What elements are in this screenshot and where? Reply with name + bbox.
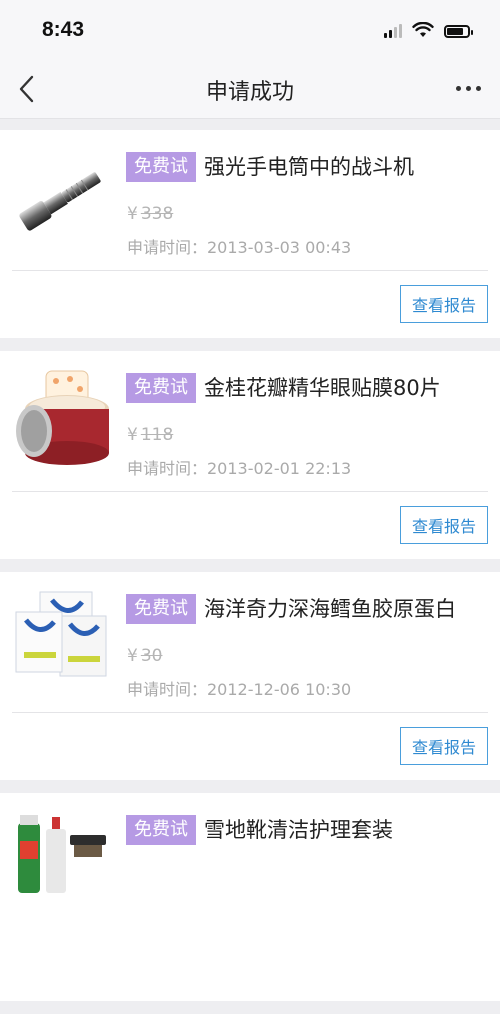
- nav-bar: 申请成功: [0, 60, 500, 119]
- page-title: 申请成功: [205, 80, 294, 105]
- divider: [12, 270, 488, 271]
- more-dot-icon: [466, 86, 471, 91]
- trial-card[interactable]: 免费试 海洋奇力深海鳕鱼胶原蛋白 ¥30 申请时间：2012-12-06 10:…: [0, 572, 500, 780]
- trial-card[interactable]: 免费试 雪地靴清洁护理套装: [0, 793, 500, 1001]
- collagen-sachets-image: [15, 591, 107, 677]
- price-value: 30: [140, 646, 163, 666]
- product-name[interactable]: 强光手电筒中的战斗机: [204, 152, 414, 182]
- view-report-button[interactable]: 查看报告: [400, 506, 488, 544]
- currency-symbol: ¥: [127, 425, 138, 445]
- signal-icon: [384, 24, 402, 38]
- apply-time: 申请时间：2013-02-01 22:13: [127, 459, 352, 478]
- price-value: 118: [140, 425, 174, 445]
- product-name[interactable]: 雪地靴清洁护理套装: [204, 815, 393, 845]
- apply-time: 申请时间：2013-03-03 00:43: [127, 238, 352, 257]
- boot-care-kit-image: [18, 815, 106, 893]
- free-trial-badge: 免费试: [126, 373, 196, 403]
- view-report-button[interactable]: 查看报告: [400, 727, 488, 765]
- product-price: ¥30: [127, 646, 162, 666]
- trial-list: 免费试 强光手电筒中的战斗机 ¥338 申请时间：2013-03-03 00:4…: [0, 130, 500, 1014]
- divider: [12, 491, 488, 492]
- product-price: ¥118: [127, 425, 173, 445]
- free-trial-badge: 免费试: [126, 815, 196, 845]
- wifi-icon: [412, 22, 434, 37]
- status-bar: 8:43: [0, 0, 500, 60]
- product-price: ¥338: [127, 204, 173, 224]
- more-button[interactable]: [454, 78, 484, 98]
- status-icons: [384, 22, 473, 38]
- eye-mask-jar-image: [16, 370, 109, 465]
- divider: [12, 712, 488, 713]
- free-trial-badge: 免费试: [126, 594, 196, 624]
- product-name[interactable]: 金桂花瓣精华眼贴膜80片: [204, 373, 441, 403]
- trial-card[interactable]: 免费试 金桂花瓣精华眼贴膜80片 ¥118 申请时间：2013-02-01 22…: [0, 351, 500, 559]
- currency-symbol: ¥: [127, 204, 138, 224]
- apply-time: 申请时间：2012-12-06 10:30: [127, 680, 352, 699]
- flashlight-image: [19, 172, 101, 231]
- view-report-button[interactable]: 查看报告: [400, 285, 488, 323]
- product-name[interactable]: 海洋奇力深海鳕鱼胶原蛋白: [204, 594, 456, 624]
- status-time: 8:43: [42, 18, 85, 41]
- battery-icon: [444, 25, 473, 38]
- price-value: 338: [140, 204, 174, 224]
- currency-symbol: ¥: [127, 646, 138, 666]
- more-dot-icon: [476, 86, 481, 91]
- more-dot-icon: [456, 86, 461, 91]
- free-trial-badge: 免费试: [126, 152, 196, 182]
- trial-card[interactable]: 免费试 强光手电筒中的战斗机 ¥338 申请时间：2013-03-03 00:4…: [0, 130, 500, 338]
